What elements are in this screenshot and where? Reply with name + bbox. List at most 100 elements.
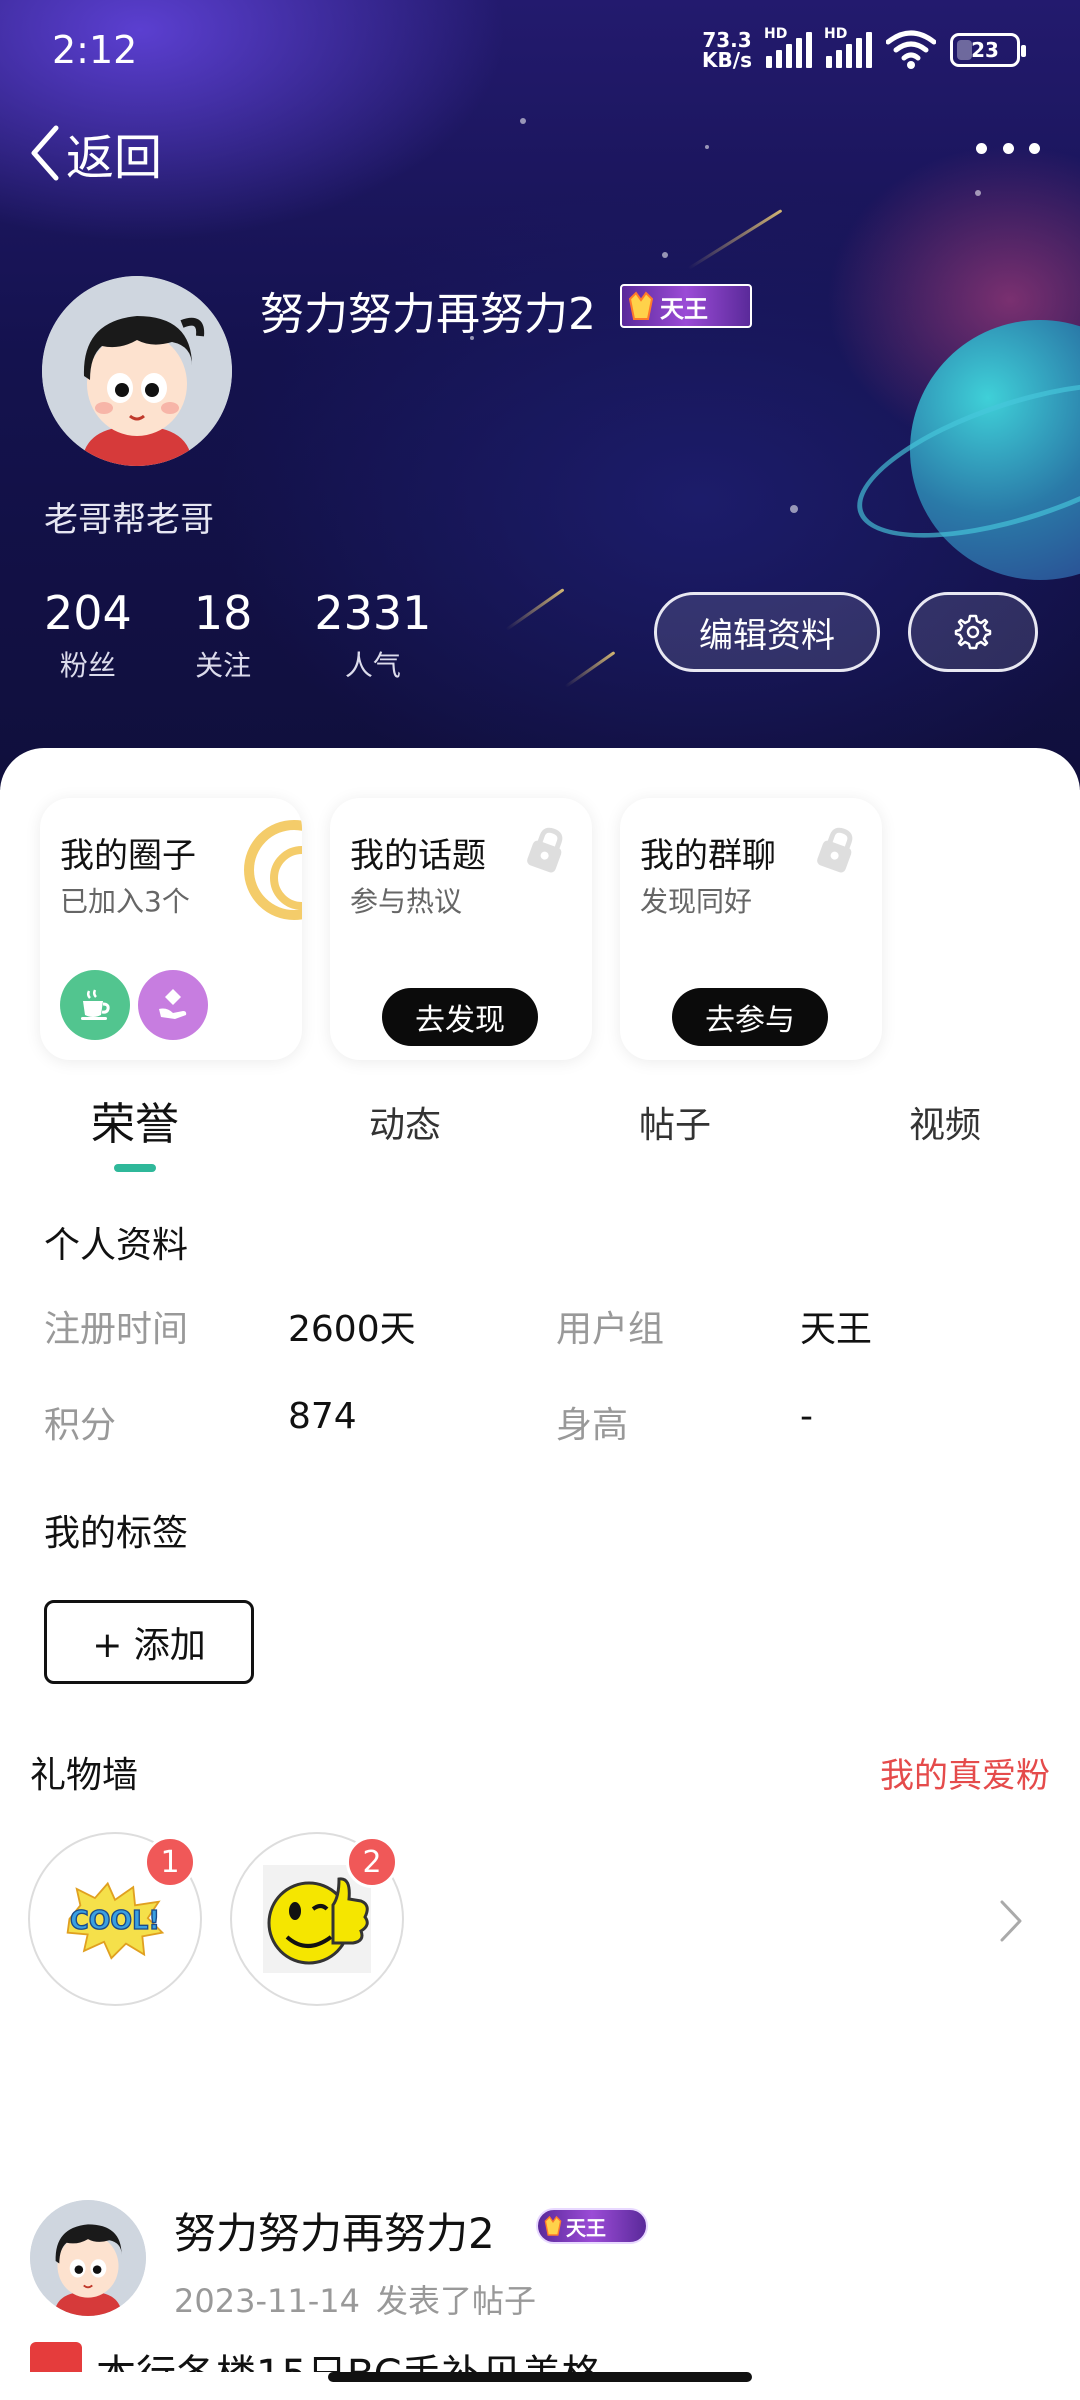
avatar[interactable]: [42, 276, 232, 466]
circle-ring-icon: [244, 820, 302, 920]
stat-following[interactable]: 18 关注: [194, 586, 253, 684]
stat-value: 18: [193, 586, 253, 640]
stat-popularity[interactable]: 2331 人气: [314, 586, 431, 684]
lock-icon: [817, 827, 853, 873]
card-my-circles[interactable]: 我的圈子 已加入3个: [40, 798, 302, 1060]
gift-item-thumbs-up[interactable]: 2: [230, 1832, 404, 2006]
profile-content: 我的圈子 已加入3个 我的话题 参与热议 去发现 我的群聊 发现同好 去参与 荣…: [0, 748, 1080, 2400]
star-decoration: [790, 505, 798, 513]
svg-text:COOL!: COOL!: [70, 1906, 160, 1936]
edit-profile-button[interactable]: 编辑资料: [654, 592, 880, 672]
gift-item-cool[interactable]: COOL! 1: [28, 1832, 202, 2006]
crown-gem-icon: [628, 291, 654, 320]
info-value-register-time: 2600天: [288, 1309, 416, 1350]
card-my-groups[interactable]: 我的群聊 发现同好 去参与: [620, 798, 882, 1060]
post-meta: 2023-11-14 发表了帖子: [174, 2276, 536, 2322]
card-my-topics[interactable]: 我的话题 参与热议 去发现: [330, 798, 592, 1060]
personal-info-title: 个人资料: [44, 1225, 189, 1266]
tab-activity[interactable]: 动态: [369, 1096, 441, 1148]
avatar-cartoon-icon: [42, 276, 232, 466]
chevron-right-icon[interactable]: [996, 1896, 1026, 1946]
status-indicators: 73.3 KB/s HD HD 23: [702, 26, 1026, 70]
profile-stats: 204 粉丝 18 关注 2331 人气: [44, 586, 493, 684]
card-subtitle: 参与热议: [350, 885, 463, 918]
diamond-hand-icon: [159, 989, 187, 1019]
info-value-height: -: [800, 1396, 813, 1437]
more-dots-icon: [976, 142, 987, 154]
active-tab-indicator: [114, 1164, 156, 1172]
card-title: 我的话题: [350, 836, 486, 876]
star-decoration: [520, 118, 526, 124]
star-decoration: [975, 190, 981, 196]
lock-icon: [527, 827, 563, 873]
profile-tabs: 荣誉 动态 帖子 视频: [0, 1088, 1080, 1178]
gift-count-badge: 2: [346, 1836, 398, 1888]
cool-sticker-icon: COOL!: [66, 1881, 165, 1960]
post-preview-text: 本行各楼15日BC手补贝盖格: [96, 2342, 602, 2372]
network-type-label: HD: [764, 26, 788, 42]
star-decoration: [705, 145, 709, 149]
post-rank-badge: 天王: [536, 2208, 648, 2244]
circle-avatar[interactable]: [138, 970, 208, 1040]
rank-badge: 天王: [620, 284, 752, 328]
gift-wall-title: 礼物墙: [30, 1755, 139, 1796]
join-button[interactable]: 去参与: [672, 988, 828, 1046]
post-rank-badge-text: 天王: [566, 2215, 606, 2240]
coffee-cup-icon: [81, 989, 110, 1020]
meteor-decoration: [505, 588, 565, 631]
avatar-cartoon-icon: [30, 2200, 146, 2316]
info-value-points: 874: [288, 1396, 357, 1437]
home-indicator[interactable]: [328, 2372, 752, 2382]
cell-signal-icon: HD: [824, 26, 872, 68]
stat-label: 人气: [344, 649, 401, 682]
info-value-user-group: 天王: [800, 1309, 873, 1350]
network-speed-value: 73.3: [702, 28, 752, 52]
card-subtitle: 发现同好: [640, 885, 753, 918]
profile-bio: 老哥帮老哥: [44, 500, 214, 540]
more-options-button[interactable]: [976, 128, 1040, 168]
info-label-register-time: 注册时间: [44, 1309, 189, 1350]
star-decoration: [662, 252, 668, 258]
status-bar: 2:12 73.3 KB/s HD HD 23: [0, 0, 1080, 110]
post-date: 2023-11-14: [174, 2282, 360, 2320]
stat-value: 204: [44, 586, 132, 640]
info-label-user-group: 用户组: [556, 1309, 665, 1350]
stat-followers[interactable]: 204 粉丝: [44, 586, 132, 684]
tab-posts[interactable]: 帖子: [639, 1096, 711, 1148]
true-fans-link[interactable]: 我的真爱粉: [880, 1748, 1050, 1797]
add-tag-button[interactable]: + 添加: [44, 1600, 254, 1684]
tab-videos[interactable]: 视频: [909, 1096, 981, 1148]
crown-gem-icon: [544, 2215, 562, 2236]
circle-avatar[interactable]: [60, 970, 130, 1040]
gear-icon: [954, 614, 992, 650]
battery-level: 23: [971, 38, 999, 62]
stat-label: 关注: [195, 649, 252, 682]
my-tags-title: 我的标签: [44, 1513, 189, 1554]
gift-count-badge: 1: [144, 1836, 196, 1888]
network-speed-unit: KB/s: [702, 48, 752, 72]
profile-username: 努力努力再努力2: [260, 289, 596, 340]
post-author-name[interactable]: 努力努力再努力2: [174, 2200, 495, 2261]
back-label: 返回: [66, 130, 163, 186]
wifi-icon: [886, 30, 936, 69]
rank-badge-text: 天王: [660, 294, 708, 323]
post-action: 发表了帖子: [375, 2282, 536, 2320]
card-subtitle: 已加入3个: [60, 885, 190, 918]
chevron-left-icon: [31, 125, 59, 181]
discover-button[interactable]: 去发现: [382, 988, 538, 1046]
tab-honors[interactable]: 荣誉: [91, 1088, 179, 1152]
post-preview-line[interactable]: 本行各楼15日BC手补贝盖格: [30, 2342, 602, 2372]
card-title: 我的群聊: [640, 836, 776, 876]
network-speed: 73.3 KB/s: [702, 30, 752, 70]
stat-value: 2331: [314, 586, 432, 640]
settings-button[interactable]: [908, 592, 1038, 672]
back-button[interactable]: 返回: [28, 118, 162, 188]
post-tag-icon: [30, 2342, 82, 2372]
post-author-avatar[interactable]: [30, 2200, 146, 2316]
profile-header: 2:12 73.3 KB/s HD HD 23 返回 努力努力再努力2 天王 老…: [0, 0, 1080, 790]
battery-icon: 23: [950, 33, 1026, 67]
meteor-decoration: [564, 651, 616, 688]
card-title: 我的圈子: [60, 836, 196, 876]
status-time: 2:12: [52, 28, 138, 72]
network-type-label: HD: [824, 26, 848, 42]
